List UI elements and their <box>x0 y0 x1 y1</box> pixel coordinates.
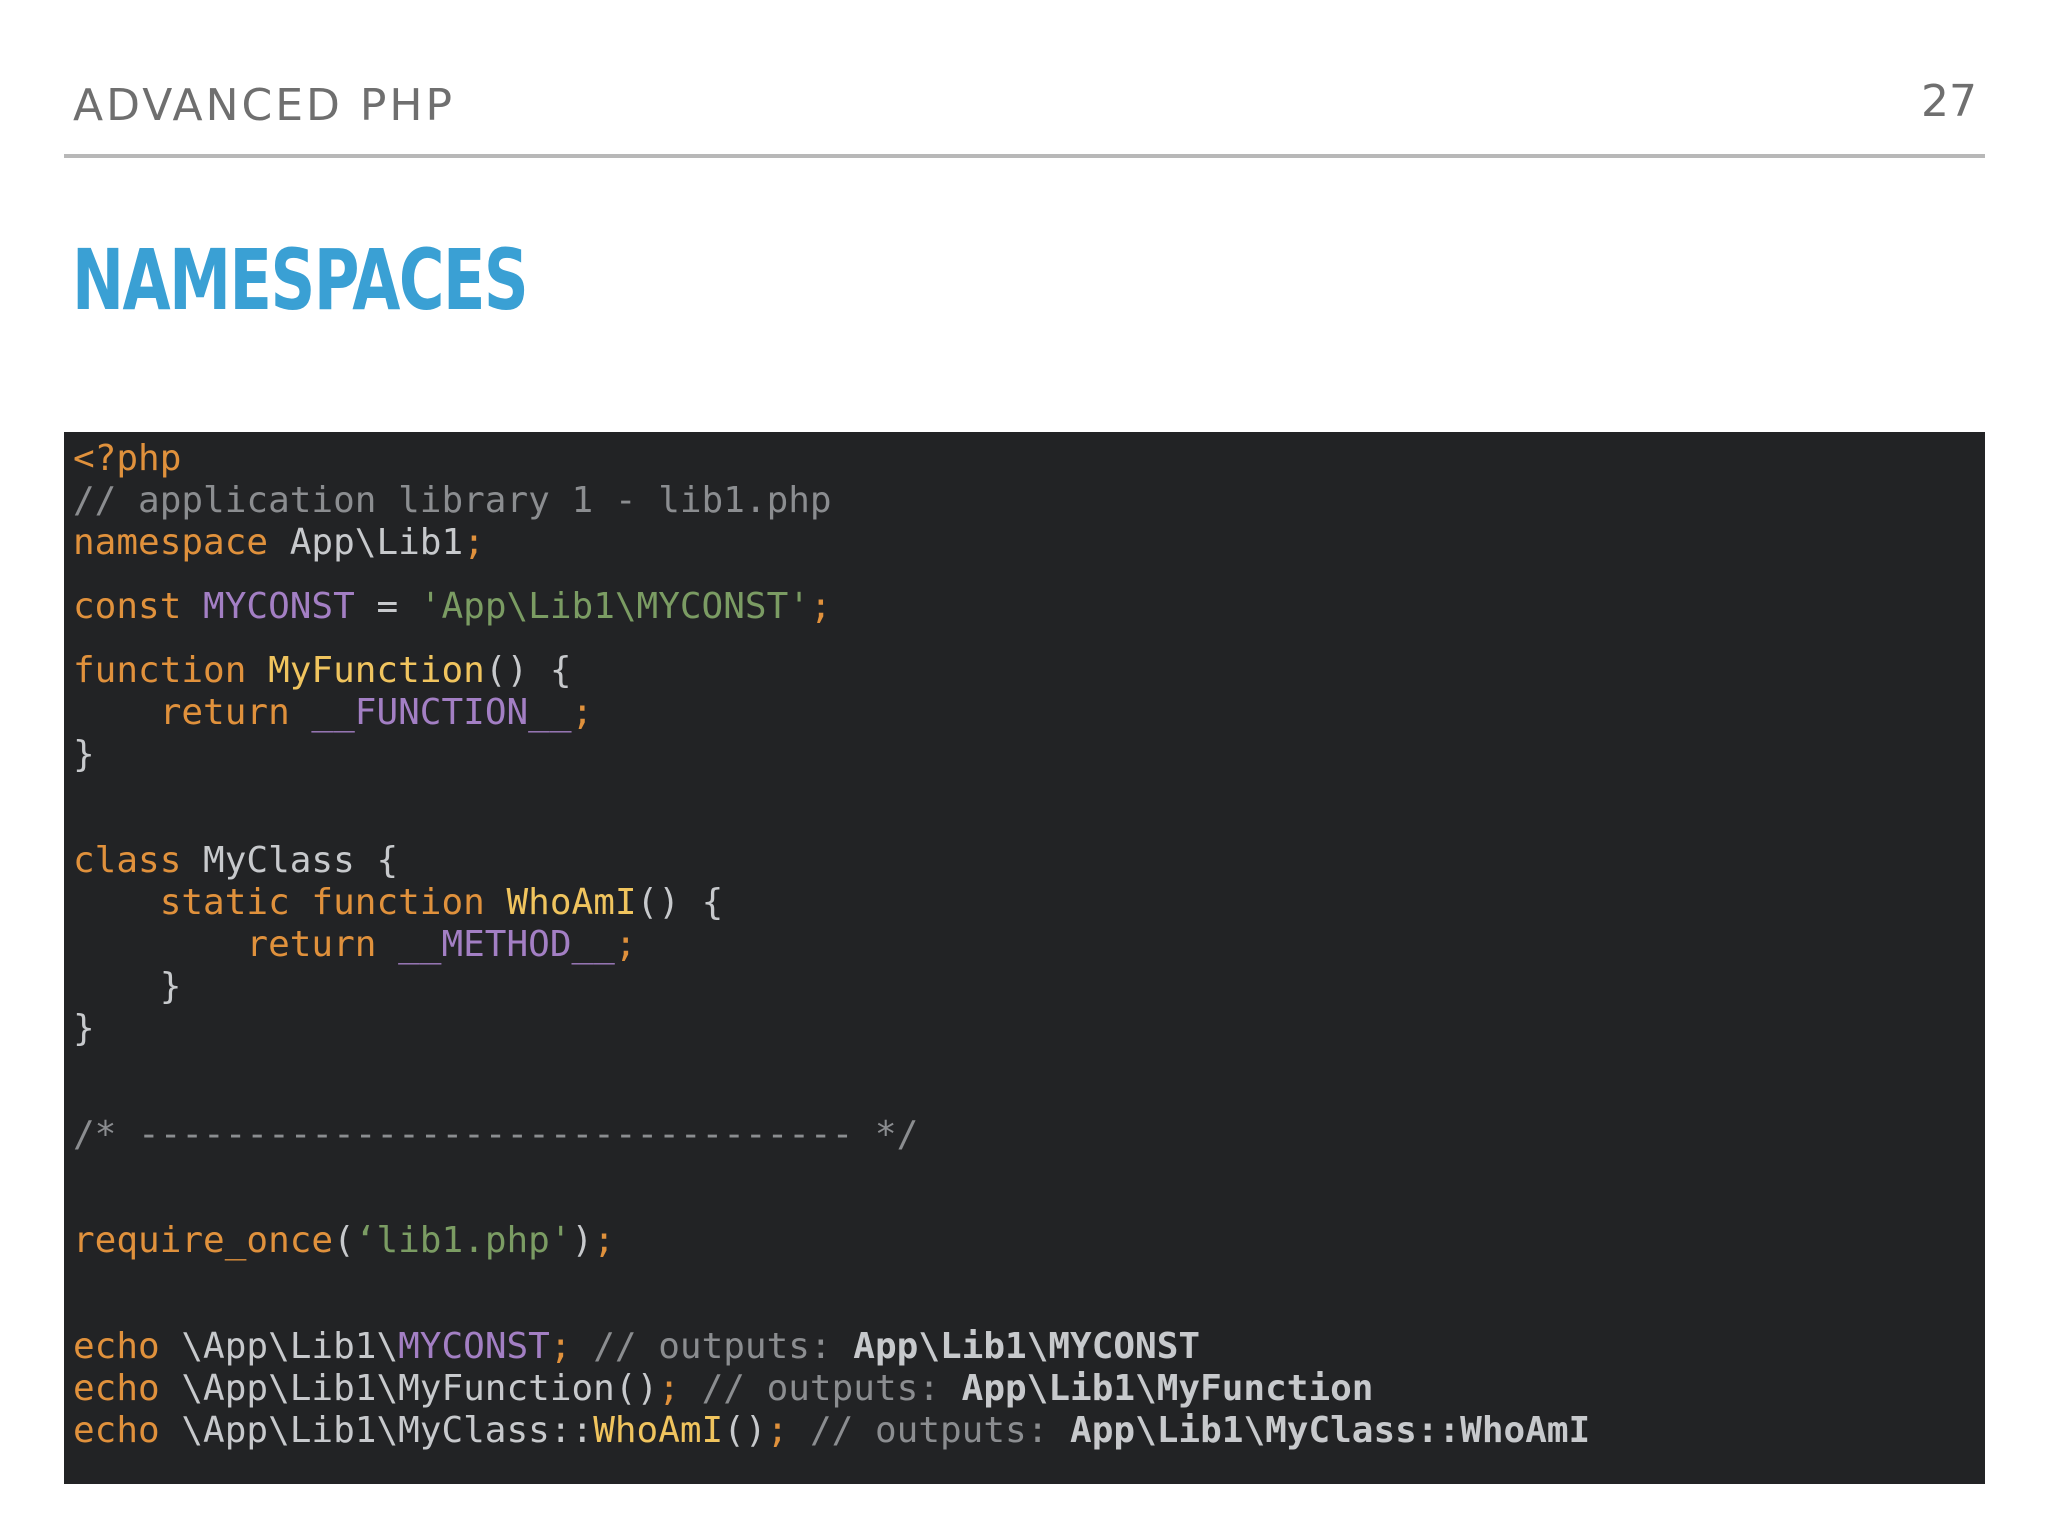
magic-constant-method: __METHOD__ <box>376 924 615 965</box>
code-line-close-brace: } <box>73 734 1590 776</box>
code-line-return-method: return __METHOD__; <box>73 924 1590 966</box>
keyword-static: static <box>159 882 290 923</box>
output-value: App\Lib1\MYCONST <box>853 1326 1201 1367</box>
separator-comment: /* --------------------------------- */ <box>73 1114 919 1155</box>
php-open-tag: <?php <box>73 438 182 479</box>
method-signature: () { <box>636 882 724 923</box>
keyword-return: return <box>159 692 290 733</box>
code-line-function: function MyFunction() { <box>73 650 1590 692</box>
code-line-comment: // application library 1 - lib1.php <box>73 480 1590 522</box>
close-brace: } <box>73 966 182 1007</box>
code-line-echo-function: echo \App\Lib1\MyFunction(); // outputs:… <box>73 1368 1374 1409</box>
code-comment: // application library 1 - lib1.php <box>73 480 832 521</box>
method-reference: WhoAmI <box>593 1410 724 1451</box>
semicolon: ; <box>593 1220 615 1261</box>
semicolon: ; <box>549 1326 572 1367</box>
method-name: WhoAmI <box>484 882 637 923</box>
code-line-namespace: namespace App\Lib1; <box>73 522 1590 564</box>
code-line-echo-const: echo \App\Lib1\MYCONST; // outputs: App\… <box>73 1326 1201 1367</box>
class-declaration: MyClass { <box>181 840 399 881</box>
keyword-const: const <box>73 586 182 627</box>
require-string: ‘lib1.php' <box>354 1220 572 1261</box>
output-value: App\Lib1\MyClass::WhoAmI <box>1070 1410 1591 1451</box>
keyword-echo: echo <box>73 1368 160 1409</box>
code-line-const: const MYCONST = 'App\Lib1\MYCONST'; <box>73 586 1590 628</box>
const-name: MYCONST <box>181 586 355 627</box>
code-line-class-close: } <box>73 1008 1590 1050</box>
code-line-class: class MyClass { <box>73 840 1590 882</box>
code-listing: <?php// application library 1 - lib1.php… <box>73 438 1590 1452</box>
code-line-open-tag: <?php <box>73 438 1590 480</box>
output-comment: // outputs: <box>571 1326 854 1367</box>
code-line-method: static function WhoAmI() { <box>73 882 1590 924</box>
keyword-function: function <box>73 650 247 691</box>
header-divider <box>64 154 1985 158</box>
output-value: App\Lib1\MyFunction <box>961 1368 1374 1409</box>
page-number: 27 <box>1921 76 1977 127</box>
semicolon: ; <box>766 1410 789 1451</box>
assign-operator: = <box>354 586 420 627</box>
close-brace: } <box>73 1008 95 1049</box>
semicolon: ; <box>463 522 485 563</box>
function-name: MyFunction <box>246 650 485 691</box>
code-line-return-function: return __FUNCTION__; <box>73 692 1590 734</box>
output-comment: // outputs: <box>788 1410 1071 1451</box>
output-comment: // outputs: <box>679 1368 962 1409</box>
keyword-echo: echo <box>73 1326 160 1367</box>
function-signature: () { <box>484 650 572 691</box>
keyword-namespace: namespace <box>73 522 269 563</box>
namespace-name: App\Lib1 <box>268 522 464 563</box>
code-line-method-close: } <box>73 966 1590 1008</box>
semicolon: ; <box>658 1368 680 1409</box>
close-brace: } <box>73 734 95 775</box>
const-string: 'App\Lib1\MYCONST' <box>419 586 810 627</box>
code-line-separator: /* --------------------------------- */ <box>73 1114 1590 1156</box>
keyword-function: function <box>289 882 485 923</box>
semicolon: ; <box>571 692 594 733</box>
keyword-require-once: require_once <box>73 1220 334 1261</box>
semicolon: ; <box>809 586 832 627</box>
code-line-require: require_once(‘lib1.php'); <box>73 1220 615 1261</box>
keyword-class: class <box>73 840 182 881</box>
code-line-echo-method: echo \App\Lib1\MyClass::WhoAmI(); // out… <box>73 1410 1591 1451</box>
keyword-return: return <box>246 924 377 965</box>
code-block: <?php// application library 1 - lib1.php… <box>64 432 1985 1484</box>
section-label: ADVANCED PHP <box>73 80 456 131</box>
const-reference: MYCONST <box>398 1326 550 1367</box>
magic-constant-function: __FUNCTION__ <box>289 692 572 733</box>
semicolon: ; <box>614 924 637 965</box>
keyword-echo: echo <box>73 1410 160 1451</box>
slide-title: NAMESPACES <box>72 231 529 329</box>
